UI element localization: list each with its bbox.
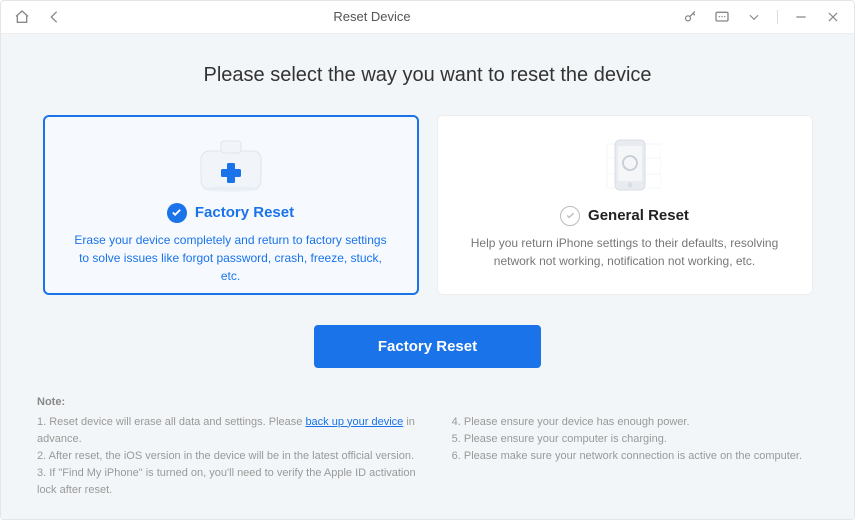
home-icon[interactable] [13,8,31,26]
card-description: Help you return iPhone settings to their… [464,234,786,270]
notes-section: Note: 1. Reset device will erase all dat… [37,396,818,499]
note-item: 6. Please make sure your network connect… [452,448,818,465]
notes-label: Note: [37,396,818,408]
window-title: Reset Device [63,9,681,24]
note-item: 4. Please ensure your device has enough … [452,414,818,431]
card-general-reset[interactable]: General Reset Help you return iPhone set… [437,115,813,295]
backup-link[interactable]: back up your device [305,416,403,428]
back-icon[interactable] [45,8,63,26]
content-area: Please select the way you want to reset … [1,34,854,519]
titlebar: Reset Device [1,1,854,34]
key-icon[interactable] [681,8,699,26]
note-item: 5. Please ensure your computer is chargi… [452,431,818,448]
note-item: 1. Reset device will erase all data and … [37,414,422,448]
separator [777,10,778,24]
page-heading: Please select the way you want to reset … [37,64,818,87]
phone-icon [589,136,661,196]
close-icon[interactable] [824,8,842,26]
option-cards: Factory Reset Erase your device complete… [37,115,818,295]
check-icon [560,206,580,226]
check-icon [167,203,187,223]
factory-reset-button[interactable]: Factory Reset [314,325,541,368]
chevron-down-icon[interactable] [745,8,763,26]
note-item: 3. If "Find My iPhone" is turned on, you… [37,465,422,499]
card-description: Erase your device completely and return … [71,231,391,285]
note-item: 2. After reset, the iOS version in the d… [37,448,422,465]
medkit-icon [195,137,267,193]
feedback-icon[interactable] [713,8,731,26]
minimize-icon[interactable] [792,8,810,26]
card-title: General Reset [588,207,689,224]
app-window: Reset Device Please select the way you w… [0,0,855,520]
card-title: Factory Reset [195,204,294,221]
card-factory-reset[interactable]: Factory Reset Erase your device complete… [43,115,419,295]
